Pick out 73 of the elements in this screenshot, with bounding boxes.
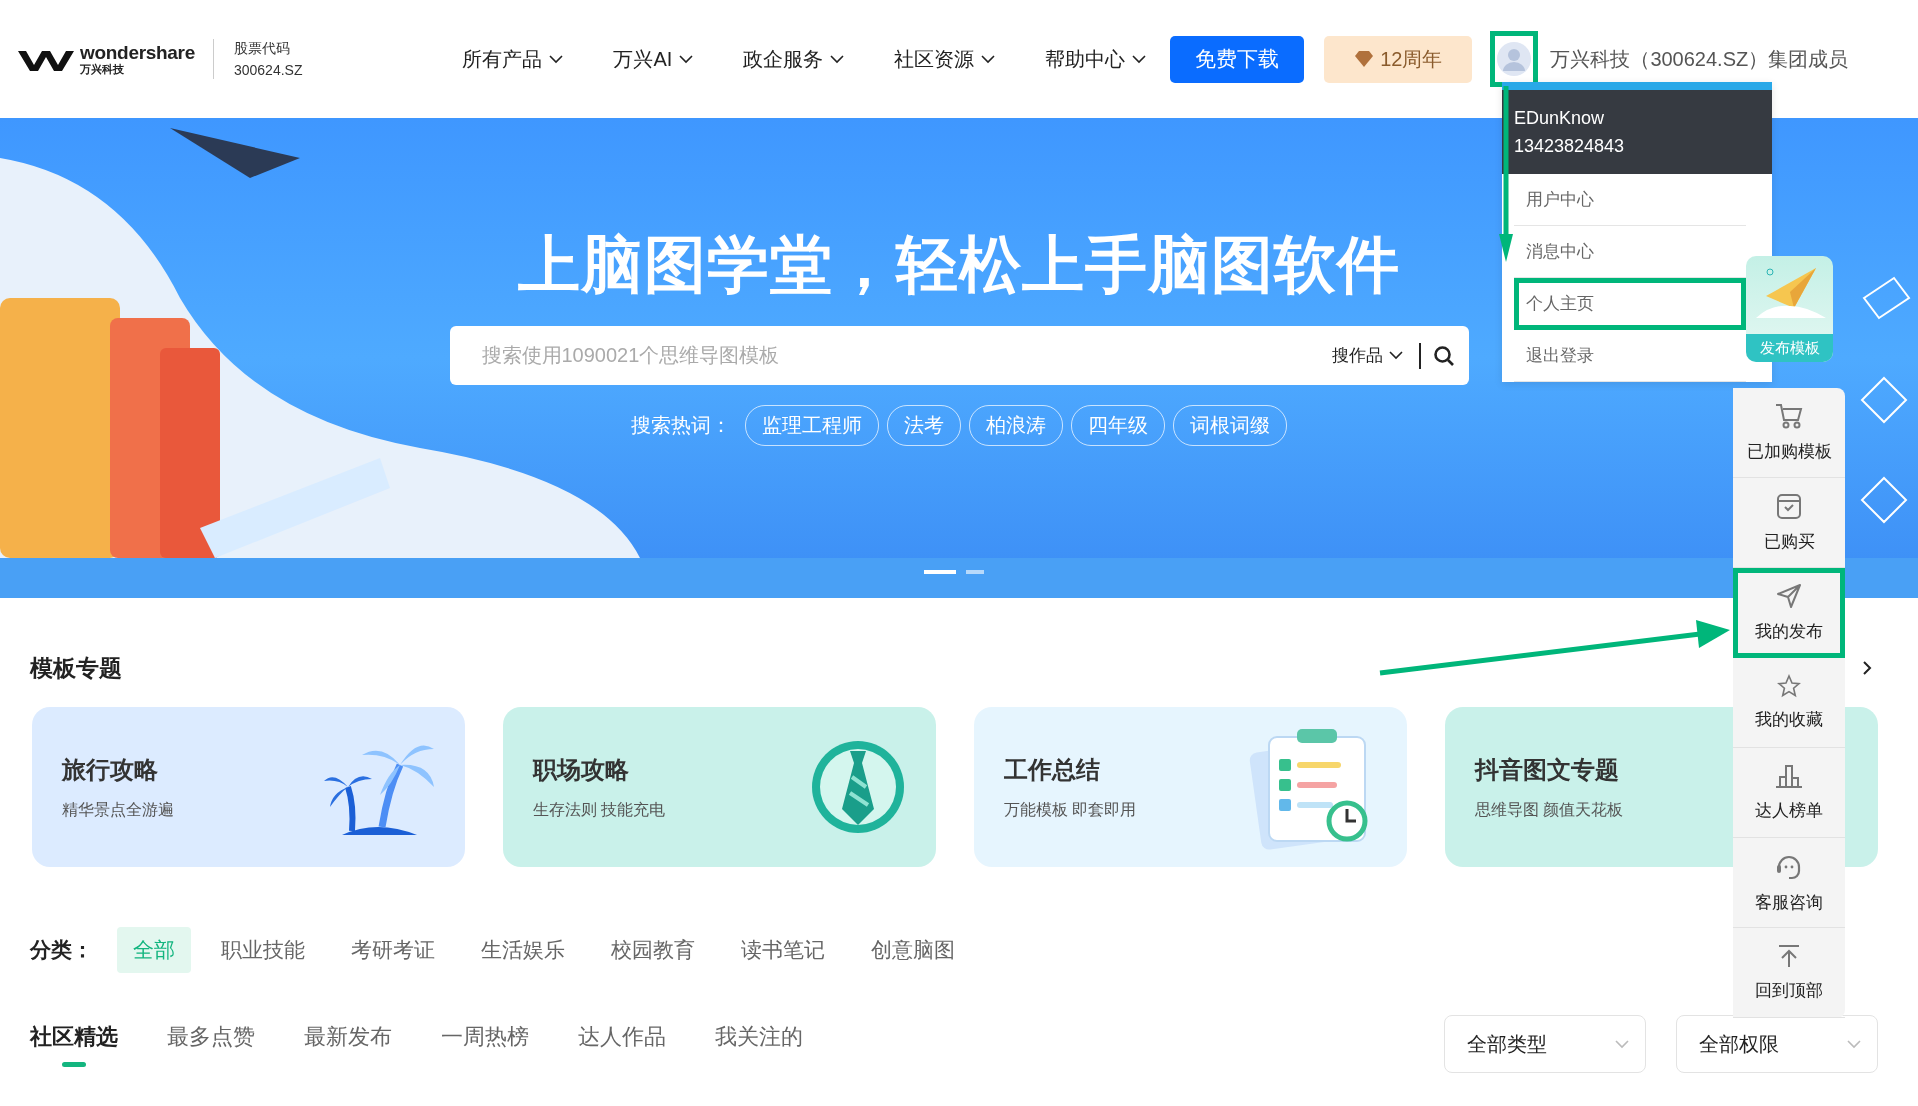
hot-search-label: 搜索热词： [631, 413, 731, 438]
nav-menu[interactable]: 所有产品 [462, 45, 564, 73]
category-tab[interactable]: 校园教育 [595, 927, 711, 973]
category-label: 分类： [30, 937, 93, 963]
card-subtitle: 思维导图 颜值天花板 [1475, 799, 1624, 820]
toolbar-item[interactable]: 已购买 [1733, 478, 1845, 568]
hero-title: 上脑图学堂，轻松上手脑图软件 [518, 229, 1400, 301]
chevron-down-icon [1132, 54, 1147, 64]
brand-subtitle: 万兴科技 [80, 64, 125, 75]
toolbar-item[interactable]: 我的发布 [1733, 568, 1845, 658]
nav-menu[interactable]: 社区资源 [894, 45, 996, 73]
category-tab[interactable]: 读书笔记 [725, 927, 841, 973]
group-member-text: 万兴科技（300624.SZ）集团成员 [1550, 46, 1849, 72]
card-title: 旅行攻略 [62, 754, 159, 785]
topic-card[interactable]: 职场攻略 生存法则 技能充电 [503, 707, 936, 867]
chevron-down-icon [549, 54, 564, 64]
feed-tab[interactable]: 我关注的 [715, 1021, 803, 1067]
username: EDunKnow [1514, 107, 1606, 130]
card-title: 抖音图文专题 [1475, 754, 1620, 785]
topic-card[interactable]: 工作总结 万能模板 即套即用 [974, 707, 1407, 867]
section-title: 模板专题 [30, 653, 122, 683]
topic-card[interactable]: 旅行攻略 精华景点全游遍 [32, 707, 465, 867]
card-subtitle: 万能模板 即套即用 [1004, 799, 1137, 820]
bar-chart-icon [1774, 763, 1804, 789]
chevron-down-icon [981, 54, 996, 64]
feed-tab[interactable]: 社区精选 [30, 1021, 118, 1067]
phone-number: 13423824843 [1514, 135, 1626, 158]
feed-tab[interactable]: 达人作品 [578, 1021, 666, 1067]
category-tab[interactable]: 创意脑图 [855, 927, 971, 973]
card-title: 工作总结 [1004, 754, 1101, 785]
brand-name: wondershare [80, 43, 195, 62]
category-tab[interactable]: 职业技能 [205, 927, 321, 973]
category-tab[interactable]: 考研考证 [335, 927, 451, 973]
avatar-button[interactable] [1490, 31, 1539, 87]
chevron-down-icon [1615, 1039, 1629, 1049]
toolbar-item[interactable]: 已加购模板 [1733, 388, 1845, 478]
cart-icon [1774, 402, 1804, 430]
diamond-icon [1354, 50, 1375, 68]
chevron-down-icon [830, 54, 845, 64]
filter-dropdown[interactable]: 全部类型 [1444, 1015, 1646, 1073]
feed-tab[interactable]: 最新发布 [304, 1021, 392, 1067]
card-title: 职场攻略 [533, 754, 630, 785]
search-icon[interactable] [1432, 344, 1455, 367]
stock-label: 股票代码 [233, 39, 291, 58]
card-subtitle: 精华景点全游遍 [62, 799, 174, 820]
anniversary-button[interactable]: 12周年 [1324, 35, 1473, 83]
chevron-down-icon [1388, 351, 1403, 360]
menu-item[interactable]: 个人主页 [1514, 278, 1746, 330]
nav-menu[interactable]: 帮助中心 [1045, 45, 1147, 73]
paper-plane-icon [1775, 582, 1803, 610]
toolbar-item[interactable]: 客服咨询 [1733, 838, 1845, 928]
toolbar-item[interactable]: 回到顶部 [1733, 928, 1845, 1018]
chevron-right-icon[interactable] [1862, 660, 1872, 676]
toolbar-item[interactable]: 我的收藏 [1733, 658, 1845, 748]
search-scope-dropdown[interactable]: 搜作品 [1325, 343, 1409, 368]
category-tab[interactable]: 生活娱乐 [465, 927, 581, 973]
nav-menu[interactable]: 万兴AI [613, 45, 694, 73]
feed-tab[interactable]: 一周热榜 [441, 1021, 529, 1067]
feed-tab[interactable]: 最多点赞 [167, 1021, 255, 1067]
receipt-check-icon [1776, 492, 1802, 520]
filter-dropdown[interactable]: 全部权限 [1676, 1015, 1878, 1073]
toolbar-item[interactable]: 达人榜单 [1733, 748, 1845, 838]
back-to-top-icon [1776, 943, 1802, 969]
stock-code: 300624.SZ [233, 61, 303, 80]
chevron-down-icon [679, 54, 694, 64]
search-field[interactable]: 搜索使用1090021个思维导图模板 搜作品 [449, 326, 1469, 385]
star-icon [1777, 674, 1801, 698]
download-button[interactable]: 免费下载 [1170, 35, 1305, 83]
nav-menu[interactable]: 政企服务 [743, 45, 845, 73]
publish-template-label: 发布模板 [1746, 334, 1833, 362]
card-subtitle: 生存法则 技能充电 [533, 799, 666, 820]
avatar-icon [1497, 42, 1532, 76]
chevron-down-icon [1847, 1039, 1861, 1049]
